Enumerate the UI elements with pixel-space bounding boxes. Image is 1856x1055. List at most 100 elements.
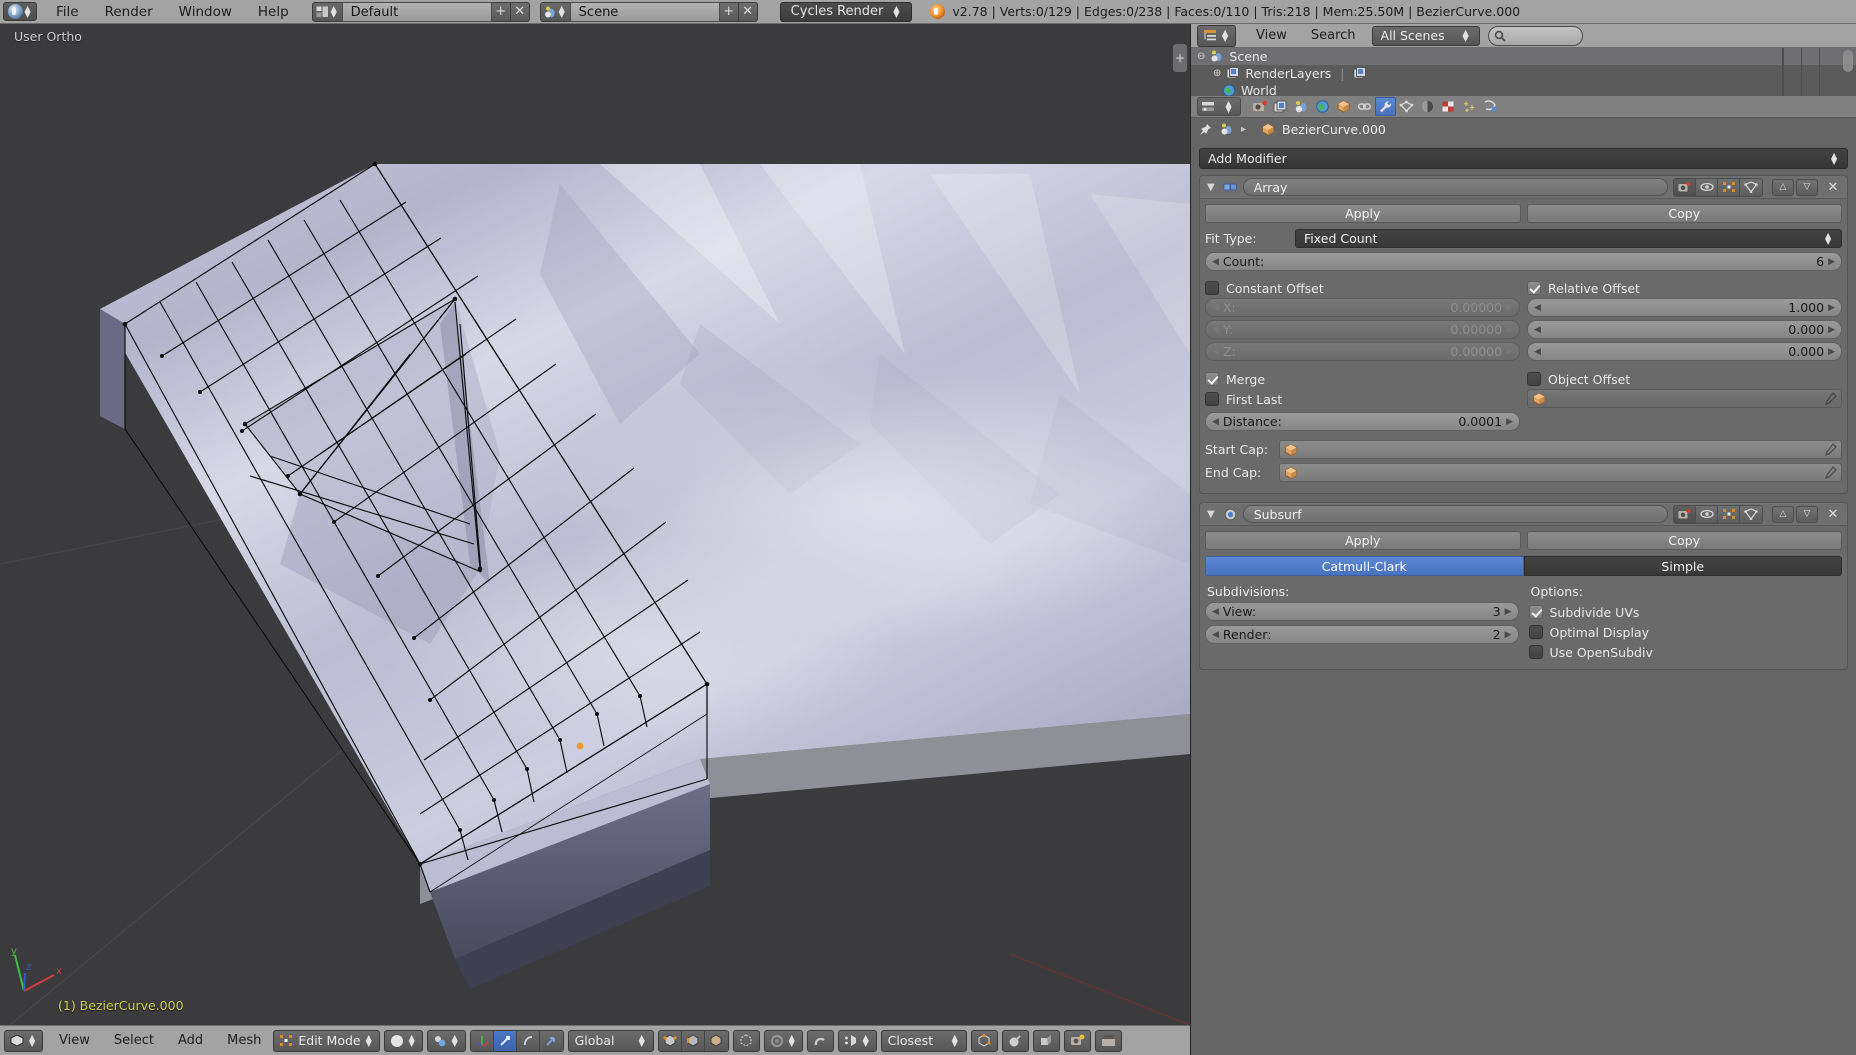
on-cage-icon[interactable] xyxy=(1740,505,1762,523)
increment-arrow-icon[interactable]: ▶ xyxy=(1828,303,1835,313)
increment-arrow-icon[interactable]: ▶ xyxy=(1828,347,1835,357)
viewport-toolshelf-toggle[interactable]: + xyxy=(1173,44,1187,72)
menu-window[interactable]: Window xyxy=(166,0,245,24)
tab-object[interactable] xyxy=(1333,97,1354,116)
decrement-arrow-icon[interactable]: ◀ xyxy=(1212,325,1219,335)
scene-field[interactable]: Scene xyxy=(569,1,720,22)
constant-offset-toggle[interactable]: Constant Offset xyxy=(1205,278,1520,298)
realtime-eye-icon[interactable] xyxy=(1696,505,1718,523)
checkbox[interactable] xyxy=(1205,372,1219,386)
algorithm-catmull-clark[interactable]: Catmull-Clark xyxy=(1205,556,1524,576)
increment-arrow-icon[interactable]: ▶ xyxy=(1506,303,1513,313)
delete-scene-button[interactable]: ✕ xyxy=(738,1,758,22)
apply-button[interactable]: Apply xyxy=(1205,204,1521,223)
occlude-geometry-icon[interactable] xyxy=(732,1029,760,1052)
viewport-3d[interactable]: User Ortho (1) BezierCurve.000 + x y z xyxy=(0,24,1190,1025)
decrement-arrow-icon[interactable]: ◀ xyxy=(1534,325,1541,335)
increment-arrow-icon[interactable]: ▶ xyxy=(1506,325,1513,335)
relative-offset-x-field[interactable]: ◀ 1.000 ▶ xyxy=(1527,298,1842,317)
edit-mode-toggle-icon[interactable] xyxy=(1718,178,1740,196)
properties-editor-type[interactable]: ▲ ▼ xyxy=(1197,97,1241,116)
checkbox[interactable] xyxy=(1528,605,1543,619)
viewport-menu-view[interactable]: View xyxy=(47,1026,102,1055)
outliner-editor-icon[interactable]: ▲ ▼ xyxy=(1197,24,1236,47)
object-cube-icon[interactable] xyxy=(1261,122,1275,136)
transform-orientation-dropdown[interactable]: Global ▲ ▼ xyxy=(567,1029,654,1052)
modifier-name-field[interactable]: Array xyxy=(1242,178,1668,196)
increment-arrow-icon[interactable]: ▶ xyxy=(1506,347,1513,357)
tab-data[interactable] xyxy=(1396,97,1417,116)
relative-offset-toggle[interactable]: Relative Offset xyxy=(1527,278,1842,298)
snap-vertex-icon[interactable] xyxy=(970,1029,998,1052)
start-cap-field[interactable] xyxy=(1279,440,1842,459)
tab-material[interactable] xyxy=(1417,97,1438,116)
optimal-display-toggle[interactable]: Optimal Display xyxy=(1528,622,1843,642)
blender-menu-button[interactable]: ▲ ▼ xyxy=(3,2,37,21)
modifier-name-field[interactable]: Subsurf xyxy=(1242,505,1668,523)
viewport-menu-mesh[interactable]: Mesh xyxy=(215,1026,273,1055)
tab-texture[interactable] xyxy=(1438,97,1459,116)
merge-toggle[interactable]: Merge xyxy=(1205,369,1520,389)
move-down-button[interactable]: ▽ xyxy=(1796,505,1818,523)
outliner-scrollbar[interactable] xyxy=(1843,50,1853,72)
constant-offset-y-field[interactable]: ◀ Y: 0.00000 ▶ xyxy=(1205,320,1520,339)
tab-world[interactable] xyxy=(1312,97,1333,116)
edge-select-icon[interactable] xyxy=(681,1030,705,1051)
constant-offset-z-field[interactable]: ◀ Z: 0.00000 ▶ xyxy=(1205,342,1520,361)
outliner-search-input[interactable] xyxy=(1487,25,1583,46)
decrement-arrow-icon[interactable]: ◀ xyxy=(1212,347,1219,357)
vertex-select-icon[interactable] xyxy=(658,1030,682,1051)
subdivide-uvs-toggle[interactable]: Subdivide UVs xyxy=(1528,602,1843,622)
eyedropper-icon[interactable] xyxy=(1824,466,1837,479)
increment-arrow-icon[interactable]: ▶ xyxy=(1506,417,1513,427)
checkbox[interactable] xyxy=(1205,392,1219,406)
screen-layout-field[interactable]: Default xyxy=(341,1,492,22)
tab-constraints[interactable] xyxy=(1354,97,1375,116)
expander-icon[interactable]: ⊖ xyxy=(1197,51,1205,62)
render-subdivisions-field[interactable]: ◀ Render: 2 ▶ xyxy=(1205,625,1519,644)
increment-arrow-icon[interactable]: ▶ xyxy=(1828,325,1835,335)
outliner-menu-view[interactable]: View xyxy=(1244,24,1299,48)
view-subdivisions-field[interactable]: ◀ View: 3 ▶ xyxy=(1205,602,1519,621)
decrement-arrow-icon[interactable]: ◀ xyxy=(1212,417,1219,427)
move-down-button[interactable]: ▽ xyxy=(1796,178,1818,196)
checkbox[interactable] xyxy=(1528,645,1543,659)
add-layout-button[interactable]: + xyxy=(491,1,511,22)
decrement-arrow-icon[interactable]: ◀ xyxy=(1212,607,1219,617)
tab-render-layers[interactable] xyxy=(1270,97,1291,116)
translate-manipulator-icon[interactable] xyxy=(493,1030,517,1051)
end-cap-field[interactable] xyxy=(1279,463,1842,482)
realtime-eye-icon[interactable] xyxy=(1696,178,1718,196)
add-modifier-button[interactable]: Add Modifier ▲ ▼ xyxy=(1199,148,1848,169)
tab-render[interactable] xyxy=(1249,97,1270,116)
properties-editor-icon[interactable] xyxy=(1198,98,1219,115)
pivot-point-selector[interactable]: ▲ ▼ xyxy=(426,1029,466,1052)
checkbox[interactable] xyxy=(1205,281,1219,295)
first-last-toggle[interactable]: First Last xyxy=(1205,389,1520,409)
snap-volume-icon[interactable] xyxy=(1001,1029,1029,1052)
copy-button[interactable]: Copy xyxy=(1526,204,1842,223)
increment-arrow-icon[interactable]: ▶ xyxy=(1505,630,1512,640)
scene-icon[interactable] xyxy=(1220,123,1234,136)
rotate-manipulator-icon[interactable] xyxy=(516,1030,540,1051)
checkbox[interactable] xyxy=(1527,372,1541,386)
algorithm-simple[interactable]: Simple xyxy=(1523,556,1842,576)
tab-modifiers[interactable] xyxy=(1375,97,1396,116)
outliner-row-renderlayers[interactable]: ⊕ RenderLayers | xyxy=(1191,65,1856,82)
remove-modifier-button[interactable]: ✕ xyxy=(1823,180,1843,195)
checkbox[interactable] xyxy=(1528,625,1543,639)
screen-layout-icon[interactable]: ▲ ▼ xyxy=(311,1,342,22)
render-toggle-icon[interactable] xyxy=(1674,505,1696,523)
checkbox[interactable] xyxy=(1527,281,1541,295)
render-engine-dropdown[interactable]: Cycles Render ▲ ▼ xyxy=(779,1,913,22)
tab-scene[interactable] xyxy=(1291,97,1312,116)
move-up-button[interactable]: △ xyxy=(1772,178,1794,196)
menu-render[interactable]: Render xyxy=(92,0,166,24)
edit-mode-toggle-icon[interactable] xyxy=(1718,505,1740,523)
render-animation-icon[interactable] xyxy=(1094,1029,1122,1052)
scale-manipulator-icon[interactable] xyxy=(539,1030,563,1051)
copy-button[interactable]: Copy xyxy=(1526,531,1842,550)
delete-layout-button[interactable]: ✕ xyxy=(510,1,530,22)
viewport-menu-add[interactable]: Add xyxy=(166,1026,215,1055)
render-toggle-icon[interactable] xyxy=(1674,178,1696,196)
